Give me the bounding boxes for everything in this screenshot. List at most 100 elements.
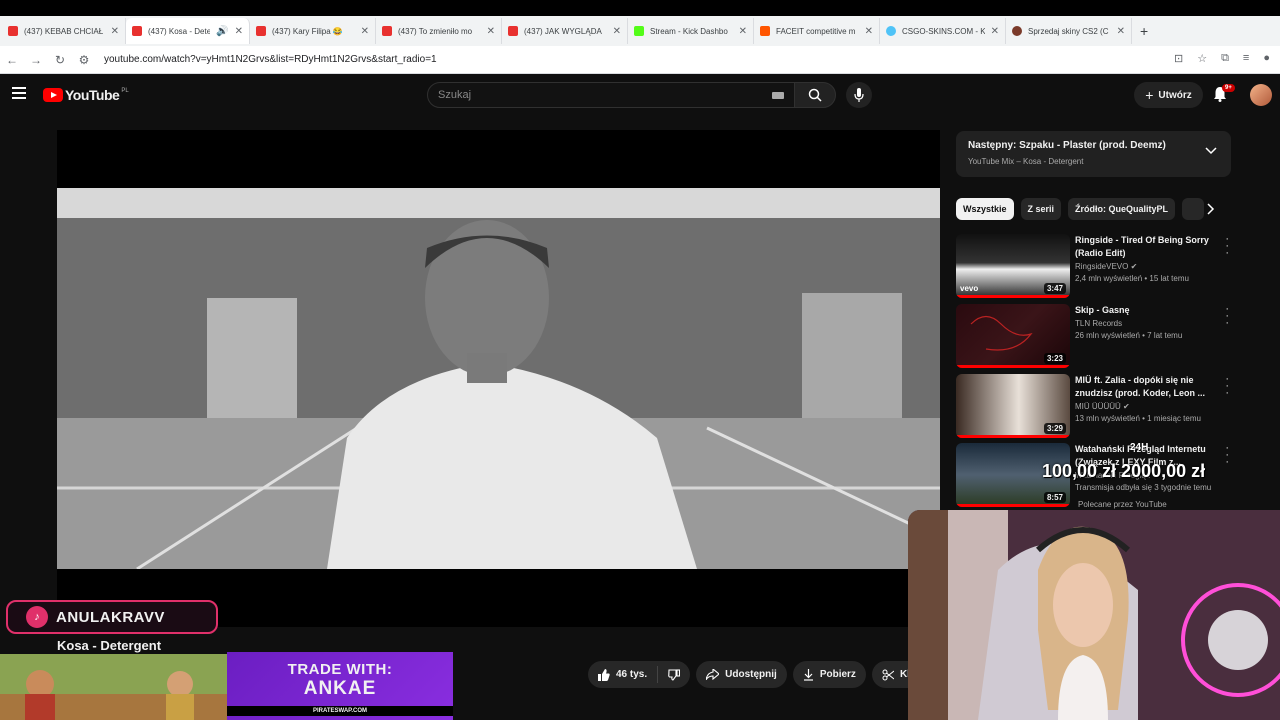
recommendation-item[interactable]: vevo 3:47 Ringside - Tired Of Being Sorr… <box>956 234 1231 298</box>
close-tab-icon[interactable]: ✕ <box>1117 26 1125 37</box>
new-tab-icon[interactable]: + <box>1140 23 1148 39</box>
scissors-icon <box>882 669 894 680</box>
like-dislike-group: 46 tys. <box>588 661 691 688</box>
os-top-strip <box>0 0 1280 16</box>
video-player[interactable] <box>57 130 940 627</box>
filter-chips: Wszystkie Z serii Źródło: QueQualityPL <box>956 198 1205 220</box>
share-button[interactable]: Udostępnij <box>696 661 787 688</box>
url-field[interactable]: youtube.com/watch?v=yHmt1N2Grvs&list=RDy… <box>104 54 437 65</box>
more-options-icon[interactable]: · · · <box>1225 234 1229 259</box>
watched-progress <box>956 295 1070 298</box>
game-ad-banner <box>0 654 227 720</box>
browser-tab[interactable]: Stream - Kick Dashbo ✕ <box>628 18 754 44</box>
reload-icon[interactable]: ↻ <box>48 53 72 67</box>
browser-tab[interactable]: (437) To zmieniło mo ✕ <box>376 18 502 44</box>
extensions-icon[interactable]: ⧉ <box>1221 52 1229 65</box>
share-icon <box>706 669 720 680</box>
menu-icon[interactable] <box>12 87 26 99</box>
notification-badge: 9+ <box>1222 84 1235 92</box>
csgo-skins-favicon-icon <box>886 26 896 36</box>
close-tab-icon[interactable]: ✕ <box>991 26 999 37</box>
voice-search-button[interactable] <box>846 82 872 108</box>
verified-icon: ✔ <box>1123 402 1130 411</box>
up-next-panel[interactable]: Następny: Szpaku - Plaster (prod. Deemz)… <box>956 131 1231 177</box>
download-icon <box>803 668 813 681</box>
video-thumbnail[interactable]: 3:29 <box>956 374 1070 438</box>
chip-source[interactable]: Źródło: QueQualityPL <box>1068 198 1176 220</box>
youtube-favicon-icon <box>382 26 392 36</box>
kick-favicon-icon <box>634 26 644 36</box>
browser-tab[interactable]: CSGO-SKINS.COM - K ✕ <box>880 18 1006 44</box>
account-avatar[interactable] <box>1250 84 1272 106</box>
keyboard-icon[interactable] <box>772 92 784 99</box>
browser-tab[interactable]: (437) KEBAB CHCIAŁ ✕ <box>2 18 126 44</box>
close-tab-icon[interactable]: ✕ <box>613 26 621 37</box>
chip-all[interactable]: Wszystkie <box>956 198 1014 220</box>
watched-progress <box>956 365 1070 368</box>
close-tab-icon[interactable]: ✕ <box>235 26 243 37</box>
channel-name[interactable]: RingsideVEVO <box>1075 262 1128 271</box>
game-ad-art <box>0 654 227 720</box>
chip-from-series[interactable]: Z serii <box>1020 198 1062 220</box>
search-button[interactable] <box>794 82 836 108</box>
more-options-icon[interactable]: · · · <box>1225 304 1229 329</box>
search-input[interactable] <box>438 89 738 101</box>
video-thumbnail[interactable]: vevo 3:47 <box>956 234 1070 298</box>
recommended-by-youtube: Polecane przez YouTube <box>1078 500 1167 509</box>
back-icon[interactable]: ← <box>0 53 24 67</box>
search-box <box>427 82 795 108</box>
close-tab-icon[interactable]: ✕ <box>739 26 747 37</box>
chevron-right-icon[interactable] <box>1207 203 1215 215</box>
trade-ad-banner: TRADE WITH: ANKAE PIRATESWAP.COM <box>227 652 453 720</box>
youtube-favicon-icon <box>132 26 142 36</box>
thumbs-down-icon <box>668 668 681 681</box>
stream-overlay-24h: 24H <box>1130 442 1149 453</box>
install-app-icon[interactable]: ⊡ <box>1174 52 1183 65</box>
video-meta: 26 mln wyświetleń • 7 lat temu <box>1075 331 1183 340</box>
recommendation-item[interactable]: 3:29 MIÜ ft. Zalia - dopóki się nie znud… <box>956 374 1231 438</box>
create-button[interactable]: + Utwórz <box>1134 82 1203 108</box>
up-next-title: Następny: Szpaku - Plaster (prod. Deemz) <box>968 140 1166 151</box>
more-options-icon[interactable]: · · · <box>1225 443 1229 468</box>
browser-tab-active[interactable]: (437) Kosa - Dete 🔊 ✕ <box>126 18 250 44</box>
media-control-icon[interactable]: ≡ <box>1243 52 1249 65</box>
youtube-favicon-icon <box>8 26 18 36</box>
tiktok-icon: ♪ <box>26 606 48 628</box>
close-tab-icon[interactable]: ✕ <box>865 26 873 37</box>
browser-tab[interactable]: (437) Kary Filipa 😂 ✕ <box>250 18 376 44</box>
faceit-favicon-icon <box>760 26 770 36</box>
youtube-header: YouTube PL + Utwórz 9+ <box>0 76 1280 114</box>
video-actions: 46 tys. Udostępnij Pobierz Klip <box>588 661 929 688</box>
dislike-button[interactable] <box>658 668 690 681</box>
search-icon <box>808 88 822 102</box>
close-tab-icon[interactable]: ✕ <box>111 26 119 37</box>
youtube-logo[interactable]: YouTube PL <box>43 87 129 103</box>
site-info-icon[interactable]: ⚙ <box>72 53 96 67</box>
recommendation-title[interactable]: MIÜ ft. Zalia - dopóki się nie znudzisz … <box>1075 374 1220 400</box>
close-tab-icon[interactable]: ✕ <box>487 26 495 37</box>
recommendation-title[interactable]: Ringside - Tired Of Being Sorry (Radio E… <box>1075 234 1220 260</box>
browser-tab[interactable]: (437) JAK WYGLĄDA ✕ <box>502 18 628 44</box>
chevron-down-icon[interactable] <box>1205 147 1217 155</box>
forward-icon[interactable]: → <box>24 53 48 67</box>
speaker-icon[interactable]: 🔊 <box>216 26 228 37</box>
trade-line1: TRADE WITH: <box>287 661 393 678</box>
recommendation-item[interactable]: 3:23 Skip - Gasnę TLN Records 26 mln wyś… <box>956 304 1231 368</box>
channel-name[interactable]: TLN Records <box>1075 319 1122 328</box>
like-button[interactable]: 46 tys. <box>588 666 659 683</box>
thumbs-up-icon <box>598 668 610 681</box>
more-options-icon[interactable]: · · · <box>1225 374 1229 399</box>
skins-shop-favicon-icon <box>1012 26 1022 36</box>
trade-line2: ANKAE <box>303 678 377 699</box>
close-tab-icon[interactable]: ✕ <box>361 26 369 37</box>
browser-tab[interactable]: FACEIT competitive m ✕ <box>754 18 880 44</box>
chip-partial[interactable] <box>1182 198 1205 220</box>
download-button[interactable]: Pobierz <box>792 661 866 688</box>
video-meta: 13 mln wyświetleń • 1 miesiąc temu <box>1075 414 1201 423</box>
browser-tab[interactable]: Sprzedaj skiny CS2 (C ✕ <box>1006 18 1132 44</box>
recommendation-title[interactable]: Skip - Gasnę <box>1075 304 1220 317</box>
bookmark-star-icon[interactable]: ☆ <box>1197 52 1207 65</box>
profile-icon[interactable]: ● <box>1263 52 1270 65</box>
channel-name[interactable]: MIÜ ÜÜÜÜÜ <box>1075 402 1121 411</box>
video-thumbnail[interactable]: 3:23 <box>956 304 1070 368</box>
